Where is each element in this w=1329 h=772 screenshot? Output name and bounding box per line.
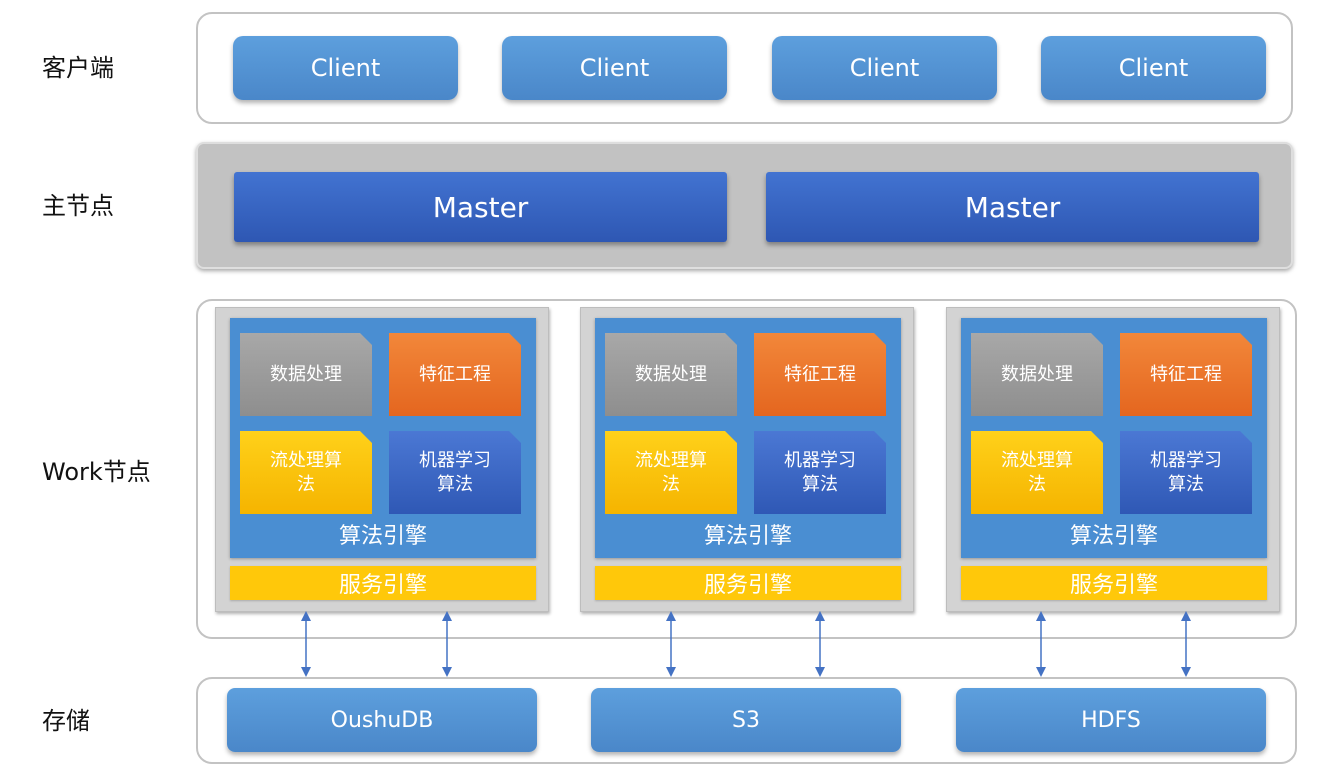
storage-node-oushudb: OushuDB — [227, 688, 537, 752]
storage-node-hdfs: HDFS — [956, 688, 1266, 752]
storage-node-s3: S3 — [591, 688, 901, 752]
connection-arrows — [301, 611, 1191, 677]
